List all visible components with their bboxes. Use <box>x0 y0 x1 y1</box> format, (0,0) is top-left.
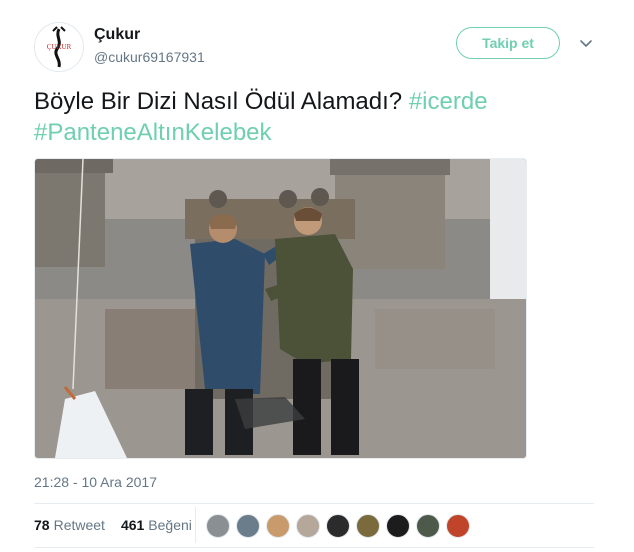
liker-avatar[interactable] <box>416 514 440 538</box>
stats-separator <box>195 507 196 543</box>
avatar[interactable]: ÇUKUR <box>34 22 84 72</box>
liker-avatar[interactable] <box>296 514 320 538</box>
author-handle[interactable]: @cukur69167931 <box>94 49 205 65</box>
tweet-stats: 78 Retweet 461 Beğeni <box>34 517 208 533</box>
divider <box>34 547 594 548</box>
liker-avatar[interactable] <box>326 514 350 538</box>
like-label[interactable]: Beğeni <box>148 517 192 533</box>
tweet-body: Böyle Bir Dizi Nasıl Ödül Alamadı? <box>34 88 403 115</box>
hashtag-pantene[interactable]: #PanteneAltınKelebek <box>34 119 272 146</box>
author-name[interactable]: Çukur <box>94 26 140 44</box>
tweet-timestamp[interactable]: 21:28 - 10 Ara 2017 <box>34 474 157 490</box>
hashtag-icerde[interactable]: #icerde <box>409 88 488 115</box>
liker-avatar[interactable] <box>266 514 290 538</box>
divider <box>34 503 594 504</box>
liker-avatar[interactable] <box>236 514 260 538</box>
liker-avatar[interactable] <box>356 514 380 538</box>
liker-avatar[interactable] <box>446 514 470 538</box>
tweet-text: Böyle Bir Dizi Nasıl Ödül Alamadı? #icer… <box>34 86 604 148</box>
retweet-count[interactable]: 78 <box>34 517 50 533</box>
like-count[interactable]: 461 <box>121 517 144 533</box>
avatar-logo-text: ÇUKUR <box>47 43 72 51</box>
follow-button[interactable]: Takip et <box>456 27 560 59</box>
tweet-photo[interactable] <box>34 158 527 459</box>
chevron-down-icon[interactable] <box>578 36 594 52</box>
retweet-label[interactable]: Retweet <box>54 517 105 533</box>
liker-avatar[interactable] <box>206 514 230 538</box>
liker-avatar[interactable] <box>386 514 410 538</box>
liker-avatars <box>206 514 476 538</box>
